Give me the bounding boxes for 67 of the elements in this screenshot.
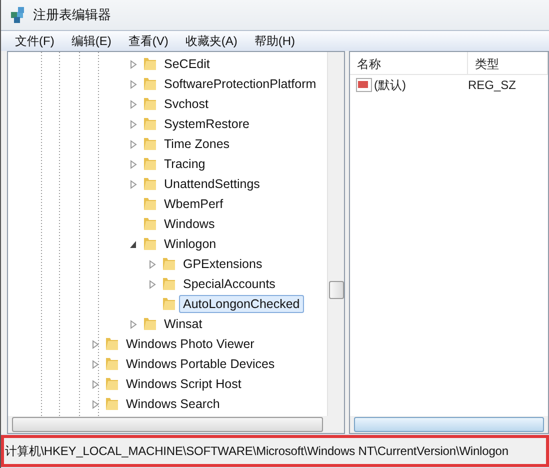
menu-item[interactable]: 编辑(E) bbox=[63, 32, 120, 50]
expand-arrow-icon[interactable] bbox=[130, 180, 137, 188]
folder-icon bbox=[142, 76, 158, 92]
expand-arrow-icon[interactable] bbox=[92, 400, 99, 408]
vertical-scrollbar[interactable] bbox=[327, 52, 344, 416]
menu-item[interactable]: 帮助(H) bbox=[246, 32, 304, 50]
tree-item[interactable]: SoftwareProtectionPlatform bbox=[160, 75, 320, 93]
expand-arrow-icon[interactable] bbox=[92, 340, 99, 348]
key-path: 计算机\HKEY_LOCAL_MACHINE\SOFTWARE\Microsoft\Windows NT\CurrentVersion\Winlogon bbox=[5, 442, 508, 460]
expand-arrow-icon[interactable] bbox=[130, 60, 137, 68]
expand-arrow-icon[interactable] bbox=[130, 80, 137, 88]
tree-item[interactable]: GPExtensions bbox=[179, 255, 266, 273]
tree-item[interactable]: Time Zones bbox=[160, 135, 234, 153]
folder-icon bbox=[104, 376, 120, 392]
tree-item[interactable]: Tracing bbox=[160, 155, 210, 173]
folder-icon bbox=[161, 296, 177, 312]
folder-icon bbox=[104, 336, 120, 352]
menu-item[interactable]: 收藏夹(A) bbox=[177, 32, 246, 50]
menu-item[interactable]: 查看(V) bbox=[120, 32, 178, 50]
expand-arrow-icon[interactable] bbox=[130, 140, 137, 148]
folder-icon bbox=[142, 196, 158, 212]
tree-item[interactable]: Svchost bbox=[160, 95, 212, 113]
window-title: 注册表编辑器 bbox=[33, 6, 111, 24]
tree-item[interactable]: SystemRestore bbox=[160, 115, 254, 133]
column-header[interactable]: 名称 bbox=[350, 52, 468, 74]
folder-icon bbox=[142, 176, 158, 192]
tree-item[interactable]: Windows Script Host bbox=[122, 375, 246, 393]
tree-item[interactable]: Windows Search bbox=[122, 395, 224, 413]
horizontal-scrollbar[interactable] bbox=[8, 416, 327, 433]
expand-arrow-icon[interactable] bbox=[92, 380, 99, 388]
collapse-arrow-icon[interactable] bbox=[130, 240, 137, 248]
folder-icon bbox=[161, 256, 177, 272]
expand-arrow-icon[interactable] bbox=[130, 320, 137, 328]
expand-arrow-icon[interactable] bbox=[149, 280, 156, 288]
tree-item[interactable]: Windows bbox=[160, 215, 219, 233]
tree-item[interactable]: UnattendSettings bbox=[160, 175, 264, 193]
column-header[interactable]: 类型 bbox=[468, 52, 548, 74]
tree-item[interactable]: Winsat bbox=[160, 315, 206, 333]
folder-icon bbox=[142, 236, 158, 252]
tree-item[interactable]: Windows Portable Devices bbox=[122, 355, 279, 373]
folder-icon bbox=[142, 96, 158, 112]
expand-arrow-icon[interactable] bbox=[130, 100, 137, 108]
expand-arrow-icon[interactable] bbox=[149, 260, 156, 268]
value-type: REG_SZ bbox=[468, 78, 516, 92]
folder-icon bbox=[142, 136, 158, 152]
folder-icon bbox=[104, 396, 120, 412]
folder-icon bbox=[161, 276, 177, 292]
expand-arrow-icon[interactable] bbox=[92, 360, 99, 368]
value-name[interactable]: (默认) bbox=[374, 76, 406, 94]
tree-item[interactable]: WbemPerf bbox=[160, 195, 228, 213]
string-value-icon bbox=[356, 78, 372, 92]
registry-editor-icon bbox=[9, 6, 27, 24]
folder-icon bbox=[142, 156, 158, 172]
tree-item[interactable]: Winlogon bbox=[160, 235, 220, 253]
folder-icon bbox=[104, 356, 120, 372]
horizontal-scrollbar[interactable] bbox=[350, 416, 548, 433]
folder-icon bbox=[142, 56, 158, 72]
tree-item[interactable]: Windows Photo Viewer bbox=[122, 335, 258, 353]
expand-arrow-icon[interactable] bbox=[130, 120, 137, 128]
folder-icon bbox=[142, 316, 158, 332]
folder-icon bbox=[142, 116, 158, 132]
tree-item[interactable]: AutoLongonChecked bbox=[179, 295, 304, 313]
tree-item[interactable]: SpecialAccounts bbox=[179, 275, 280, 293]
expand-arrow-icon[interactable] bbox=[130, 160, 137, 168]
tree-item[interactable]: SeCEdit bbox=[160, 55, 214, 73]
folder-icon bbox=[142, 216, 158, 232]
menu-item[interactable]: 文件(F) bbox=[7, 32, 64, 50]
